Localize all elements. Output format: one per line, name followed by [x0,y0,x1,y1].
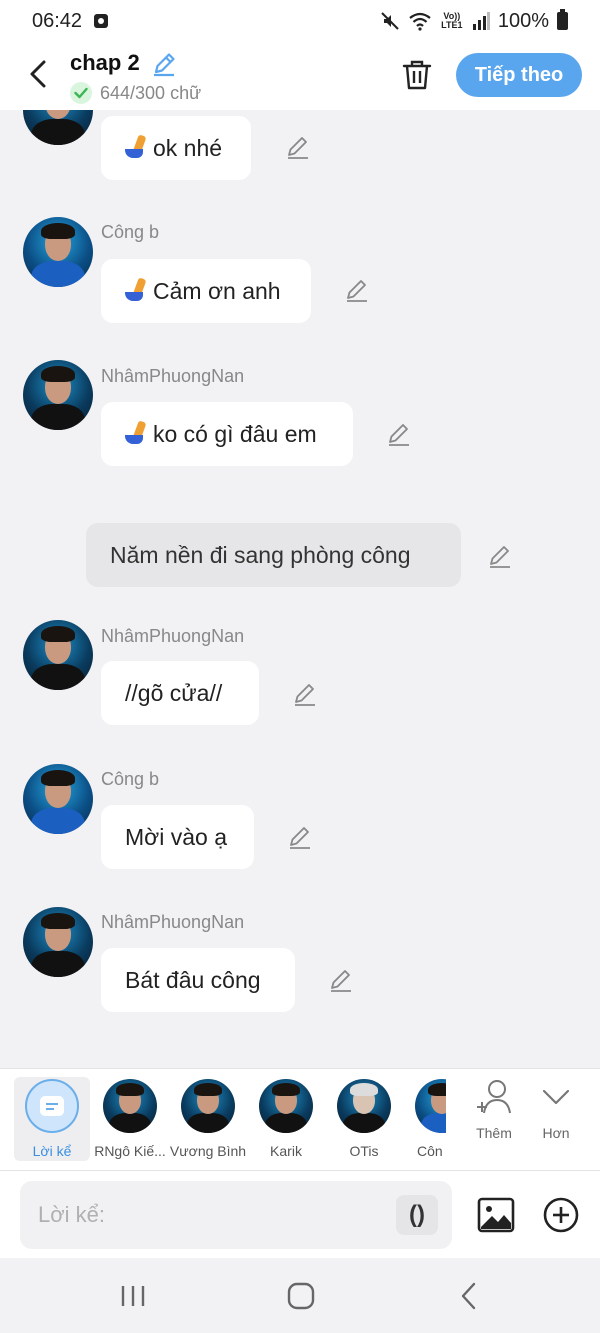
message-text: Bát đâu công [125,966,261,993]
more-label: Hơn [542,1125,570,1141]
check-circle-icon [70,82,92,104]
status-time: 06:42 [32,9,83,32]
add-button[interactable] [542,1196,580,1234]
message-bubble[interactable]: Bát đâu công [101,948,295,1012]
signal-icon [472,12,490,30]
chapter-title: chap 2 [70,50,140,75]
phone-emoji-icon [125,421,149,447]
battery-percent: 100% [497,9,549,32]
character-label: OTis [349,1143,379,1159]
phone-emoji-icon [125,278,149,304]
message-icon [40,1096,64,1116]
pencil-icon[interactable] [328,967,354,993]
message-bubble[interactable]: ko có gì đâu em [101,402,353,466]
message-text: ok nhé [153,134,223,161]
avatar[interactable] [23,907,93,977]
message-text: Mời vào ạ [125,823,228,850]
input-placeholder: Lời kể: [38,1202,106,1227]
message-text: //gõ cửa// [125,679,223,706]
pencil-icon[interactable] [487,543,513,569]
pencil-icon[interactable] [287,824,313,850]
chevron-down-icon [542,1089,570,1105]
sender-name: NhâmPhuongNan [101,626,245,646]
chevron-left-icon [461,1282,476,1310]
battery-icon [557,9,568,30]
network-label: Vo)) LTE1 [441,11,463,30]
sender-name: Công b [101,222,160,242]
narration-input[interactable]: Lời kể: [20,1181,452,1249]
pencil-icon[interactable] [285,134,311,160]
phone-emoji-icon [125,135,149,161]
status-bar: 06:42 Vo)) LTE1 100% [0,0,600,42]
character-selector: Lời kể RNgô Kiế... Vương Bình Karik OTis… [0,1068,600,1170]
avatar[interactable] [23,764,93,834]
pencil-icon[interactable] [386,421,412,447]
character-clip: Côn [404,1069,446,1169]
pencil-icon[interactable] [344,277,370,303]
narration-avatar [25,1079,79,1133]
plus-circle-icon [543,1197,579,1233]
avatar[interactable] [23,620,93,690]
character-item[interactable]: Vương Bình [170,1077,246,1161]
message-bubble[interactable]: //gõ cửa// [101,661,259,725]
avatar [259,1079,313,1133]
add-character-label: Thêm [476,1125,512,1141]
character-item[interactable]: OTis [326,1077,402,1161]
recent-apps-button[interactable] [113,1280,153,1312]
word-count: 644/300 chữ [100,82,202,103]
mute-icon [381,12,399,30]
pencil-icon[interactable] [292,681,318,707]
character-label: Lời kể [32,1143,72,1159]
avatar[interactable] [23,217,93,287]
app-notification-icon [94,14,109,28]
character-label: Karik [270,1143,302,1159]
character-label: Vương Bình [169,1143,247,1159]
more-button[interactable]: Hơn [526,1077,586,1141]
chat-area: ok nhé Công b Cảm ơn anh NhâmPhuongNan k… [0,110,600,1068]
character-narration[interactable]: Lời kể [14,1077,90,1161]
avatar [103,1079,157,1133]
next-button[interactable]: Tiếp theo [456,53,582,97]
avatar [337,1079,391,1133]
message-text: Cảm ơn anh [153,277,281,304]
add-character-button[interactable]: Thêm [464,1077,524,1141]
character-item[interactable]: Karik [248,1077,324,1161]
edit-title-button[interactable] [150,50,178,78]
system-nav-bar [0,1258,600,1333]
message-bubble[interactable]: Mời vào ạ [101,805,254,869]
back-button[interactable] [20,54,56,94]
insert-image-button[interactable] [477,1196,515,1234]
character-label: Côn [417,1143,443,1159]
chevron-left-icon [30,60,46,88]
avatar [181,1079,235,1133]
home-button[interactable] [281,1280,321,1312]
avatar [415,1079,446,1133]
parentheses-button[interactable]: () [396,1195,438,1235]
recent-apps-icon [121,1286,145,1306]
chapter-header: chap 2 644/300 chữ Tiếp theo [0,42,600,110]
avatar[interactable] [23,360,93,430]
pencil-icon [154,53,175,77]
add-person-icon [477,1080,511,1114]
message-text: ko có gì đâu em [153,420,317,447]
message-bubble[interactable]: ok nhé [101,116,251,180]
word-count-row: 644/300 chữ [70,82,201,104]
home-icon [287,1282,315,1310]
delete-chapter-button[interactable] [398,56,436,94]
back-nav-button[interactable] [449,1280,489,1312]
sender-name: Công b [101,769,160,789]
character-item[interactable]: RNgô Kiế... [92,1077,168,1161]
image-icon [477,1197,515,1233]
character-item[interactable]: Côn [404,1077,446,1161]
character-label: RNgô Kiế... [94,1143,166,1159]
wifi-icon [409,12,431,31]
narration-text: Năm nền đi sang phòng công [110,541,411,568]
sender-name: NhâmPhuongNan [101,912,245,932]
message-bubble[interactable]: Cảm ơn anh [101,259,311,323]
trash-icon [402,60,432,90]
avatar[interactable] [23,110,93,145]
narration-bubble[interactable]: Năm nền đi sang phòng công [86,523,461,587]
sender-name: NhâmPhuongNan [101,366,245,386]
composer-bar: Lời kể: () [0,1170,600,1258]
